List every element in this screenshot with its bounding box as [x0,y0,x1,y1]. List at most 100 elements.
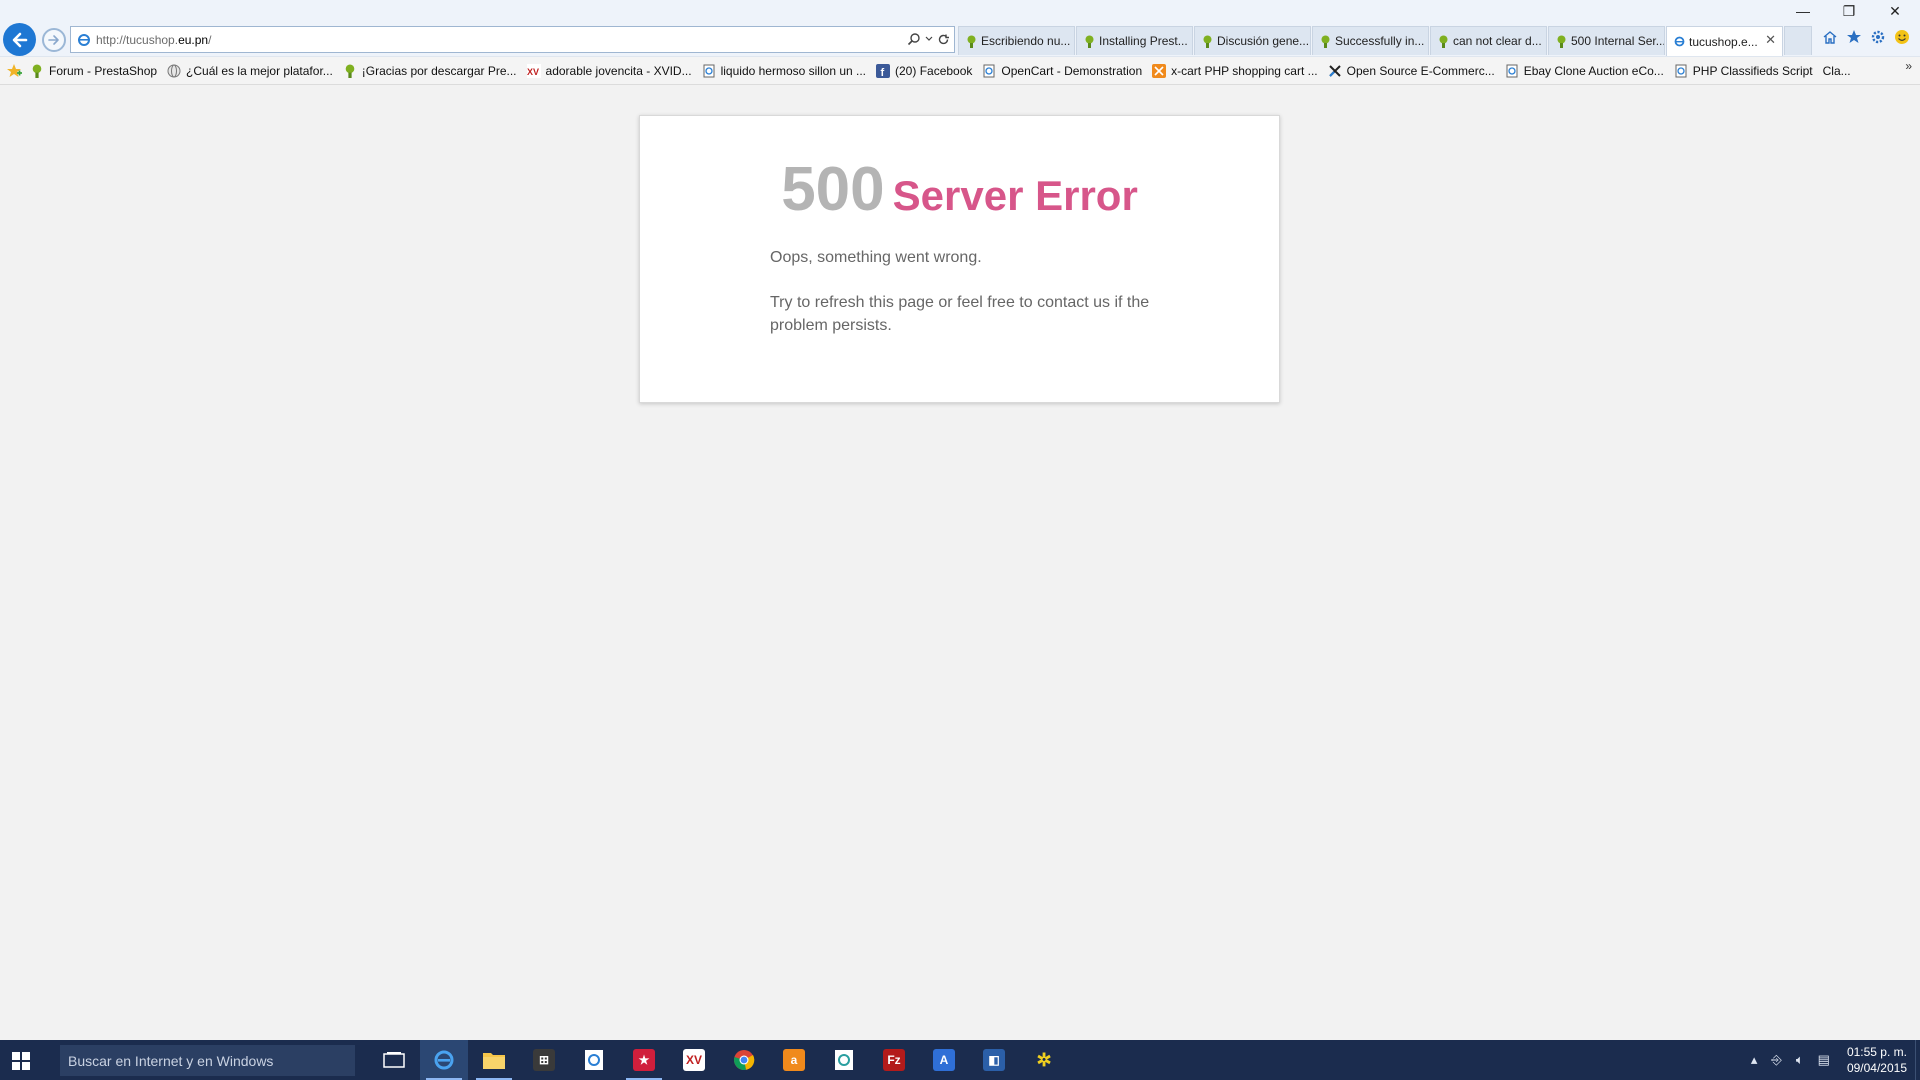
favorite-link[interactable]: x-cart PHP shopping cart ... [1152,63,1318,78]
search-icon[interactable] [907,32,921,46]
arrow-right-icon [48,35,59,45]
tab-strip: Escribiendo nu... Installing Prest... Di… [958,26,1812,57]
ie-page-icon [835,1050,853,1070]
forward-button[interactable] [42,28,66,52]
favorites-more-chevron[interactable]: » [1905,59,1912,73]
taskbar-app-filezilla[interactable]: Fz [870,1040,918,1080]
taskbar-app-ie-2[interactable] [570,1040,618,1080]
page-icon [703,64,715,77]
tab[interactable]: Discusión gene... [1194,26,1311,55]
close-tab-icon[interactable]: ✕ [1765,32,1776,48]
taskbar-app-explorer[interactable] [470,1040,518,1080]
xv-icon: XV [683,1049,705,1071]
windows-start-icon[interactable] [12,1052,30,1070]
chrome-icon [734,1050,755,1070]
chevron-up-icon[interactable]: ▴ [1751,1052,1758,1068]
show-desktop-button[interactable] [1915,1040,1920,1080]
prestashop-icon [1085,35,1094,48]
favorite-link[interactable]: Open Source E-Commerc... [1328,64,1495,78]
error-help-text: Try to refresh this page or feel free to… [770,294,1150,334]
taskbar-app-yellow[interactable]: ✲ [1020,1040,1068,1080]
tab[interactable]: Escribiendo nu... [958,26,1075,55]
prestashop-icon [1321,35,1330,48]
taskbar-app-store[interactable]: ⊞ [520,1040,568,1080]
tab-title: can not clear d... [1453,34,1542,48]
tab-title: tucushop.e... [1689,34,1758,49]
error-message: Oops, something went wrong. [770,249,982,266]
xcart-x-icon [1328,64,1341,77]
ie-page-icon [1674,36,1685,47]
favorite-link[interactable]: Cla... [1823,64,1851,78]
new-tab-button[interactable] [1784,26,1812,55]
error-card: 500 Server Error Oops, something went wro… [639,115,1280,403]
prestashop-icon [967,35,976,48]
page-icon [983,64,995,77]
clock[interactable]: 01:55 p. m. 09/04/2015 [1847,1044,1907,1076]
favorite-link[interactable]: ¡Gracias por descargar Pre... [343,64,517,78]
favorite-link[interactable]: XV adorable jovencita - XVID... [526,63,692,78]
star-icon[interactable] [1846,29,1862,45]
tab-title: Discusión gene... [1217,34,1310,48]
tab-title: Installing Prest... [1099,34,1188,48]
chevron-down-icon[interactable] [925,35,933,43]
taskbar-app-red[interactable]: ★ [620,1040,668,1080]
task-view-icon [383,1052,405,1068]
favorite-link[interactable]: Ebay Clone Auction eCo... [1505,64,1664,78]
browser-title-bar: http://tucushop.eu.pn/ Escribiendo nu...… [0,0,1920,57]
favorite-link[interactable]: ¿Cuál es la mejor platafor... [167,64,333,78]
favorites-star-icon[interactable] [6,63,22,79]
gear-icon[interactable] [1870,29,1886,45]
home-icon[interactable] [1822,29,1838,45]
prestashop-icon [1439,35,1448,48]
error-heading: 500 Server Error [640,154,1279,225]
network-icon[interactable]: ⎆ [1771,1052,1781,1068]
clock-time: 01:55 p. m. [1846,1045,1907,1059]
taskbar-app-translate[interactable]: A [920,1040,968,1080]
taskbar-app-chrome[interactable] [720,1040,768,1080]
favorite-link[interactable]: f (20) Facebook [876,63,972,78]
tab-active[interactable]: tucushop.e... ✕ [1666,26,1783,56]
favorites-bar: Forum - PrestaShop ¿Cuál es la mejor pla… [0,57,1920,85]
prestashop-icon [1203,35,1212,48]
store-icon: ⊞ [533,1049,555,1071]
minimize-button[interactable]: — [1780,0,1826,22]
arrow-left-icon [12,32,27,47]
taskbar-app-ie-3[interactable] [820,1040,868,1080]
task-view-button[interactable] [370,1040,418,1080]
taskbar-app-remote[interactable]: ◧ [970,1040,1018,1080]
refresh-icon[interactable] [937,33,950,46]
filezilla-icon: Fz [883,1049,905,1071]
prestashop-icon [32,64,42,78]
ie-page-icon [585,1050,603,1070]
folder-icon [483,1053,505,1069]
taskbar-app-amazon[interactable]: a [770,1040,818,1080]
taskbar-app-ie[interactable] [420,1040,468,1080]
back-button[interactable] [3,23,36,56]
address-bar[interactable]: http://tucushop.eu.pn/ [70,26,955,53]
page-icon [1506,64,1518,77]
volume-icon[interactable]: 🔈︎ [1796,1052,1804,1068]
yellow-app-icon: ✲ [1033,1049,1055,1071]
favorite-link[interactable]: Forum - PrestaShop [30,64,157,78]
favorite-link[interactable]: PHP Classifieds Script [1674,64,1813,78]
taskbar-search-input[interactable]: Buscar en Internet y en Windows [60,1045,355,1076]
tab[interactable]: Successfully in... [1312,26,1429,55]
favorite-link[interactable]: OpenCart - Demonstration [982,64,1142,78]
tab[interactable]: 500 Internal Ser... [1548,26,1665,55]
restore-button[interactable]: ❐ [1826,0,1872,22]
page-icon [1675,64,1687,77]
smiley-icon[interactable] [1894,29,1910,45]
tab[interactable]: can not clear d... [1430,26,1547,55]
taskbar-app-xv[interactable]: XV [670,1040,718,1080]
remote-desktop-icon: ◧ [983,1049,1005,1071]
close-window-button[interactable]: ✕ [1872,0,1918,22]
notifications-icon[interactable]: ▤ [1818,1052,1830,1068]
system-tray: ▴ ⎆ 🔈︎ ▤ 01:55 p. m. 09/04/2015 [1744,1040,1920,1080]
favorite-link[interactable]: liquido hermoso sillon un ... [702,64,866,78]
tab-title: Escribiendo nu... [981,34,1071,48]
tab[interactable]: Installing Prest... [1076,26,1193,55]
clock-date: 09/04/2015 [1846,1061,1907,1075]
tab-title: 500 Internal Ser... [1571,34,1665,48]
xcart-icon [1152,63,1167,78]
svg-text:XV: XV [527,67,539,77]
